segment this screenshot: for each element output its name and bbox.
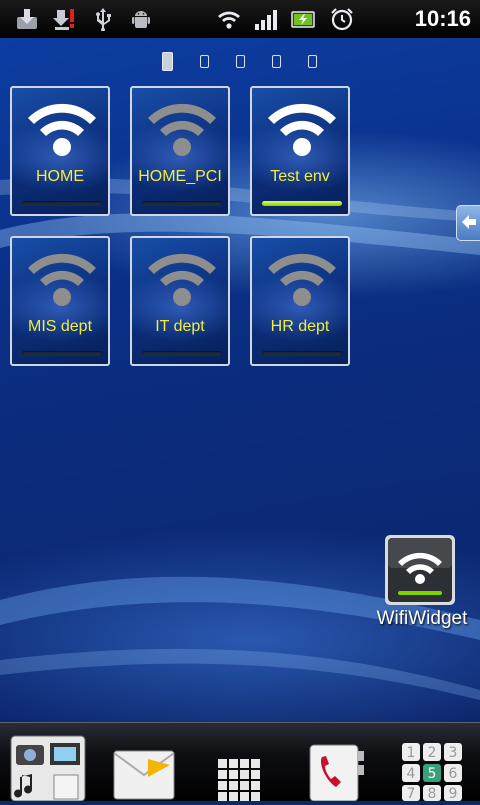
svg-text:2: 2 [428,745,437,761]
wifi-tile-label: HOME_PCI [138,168,222,185]
status-bar: 10:16 [0,0,480,38]
signal-strength-bar [142,201,222,206]
wifi-icon [148,103,216,156]
download-icon [17,9,37,29]
signal-strength-bar [22,201,102,206]
wifi-tile-label: IT dept [155,318,205,335]
battery-icon [291,11,315,28]
wifi-tile-test-env[interactable]: Test env [250,86,350,216]
wifi-icon [28,103,96,156]
signal-strength-bar [262,201,342,206]
signal-strength-bar [262,351,342,356]
dock-bar: 1 2 3 4 5 6 7 8 9 [0,722,480,802]
svg-text:6: 6 [449,766,458,782]
wifi-tile-home[interactable]: HOME [10,86,110,216]
wifi-tile-label: MIS dept [27,318,93,335]
signal-strength-bar [22,351,102,356]
wifi-icon [268,103,336,156]
alarm-clock-icon [331,8,353,31]
page-dot [308,55,317,68]
svg-text:7: 7 [407,786,416,801]
signal-strength-bar [142,351,222,356]
page-dot [272,55,281,68]
wifi-tile-home-pci[interactable]: HOME_PCI [130,86,230,216]
wifi-tile-it-dept[interactable]: IT dept [130,236,230,366]
wifi-tile-hr-dept[interactable]: HR dept [250,236,350,366]
wifi-icon [268,253,336,306]
page-dot [200,55,209,68]
media-icon[interactable] [10,735,86,802]
page-dot-active [162,52,173,71]
svg-text:9: 9 [449,786,458,801]
wifi-tile-label: Test env [270,168,330,185]
side-panel-handle[interactable] [456,205,480,241]
wifi-tile-label: HOME [36,168,84,185]
usb-icon [96,8,111,31]
svg-text:3: 3 [449,745,458,761]
homescreen-page-indicator [160,52,320,72]
wifi-signal-icon [218,11,240,29]
wifi-icon [28,253,96,306]
wifi-tile-label: HR dept [270,318,330,335]
arrow-left-icon [462,215,476,229]
android-debug-icon [132,11,150,28]
wifiwidget-app-label: WifiWidget [376,608,468,629]
wifi-icon [148,253,216,306]
svg-text:5: 5 [428,766,437,782]
svg-text:1: 1 [407,745,416,761]
messaging-icon[interactable] [112,749,176,801]
svg-text:8: 8 [428,786,437,801]
cell-signal-icon [255,10,277,30]
wifi-tile-mis-dept[interactable]: MIS dept [10,236,110,366]
wifiwidget-app-icon[interactable] [384,534,456,606]
download-error-icon [53,9,74,30]
apps-grid-icon[interactable] [216,757,264,801]
phone-contacts-icon[interactable] [306,743,366,802]
status-clock: 10:16 [414,6,471,31]
page-dot [236,55,245,68]
svg-text:4: 4 [407,766,416,782]
dialer-icon[interactable]: 1 2 3 4 5 6 7 8 9 [400,741,464,802]
